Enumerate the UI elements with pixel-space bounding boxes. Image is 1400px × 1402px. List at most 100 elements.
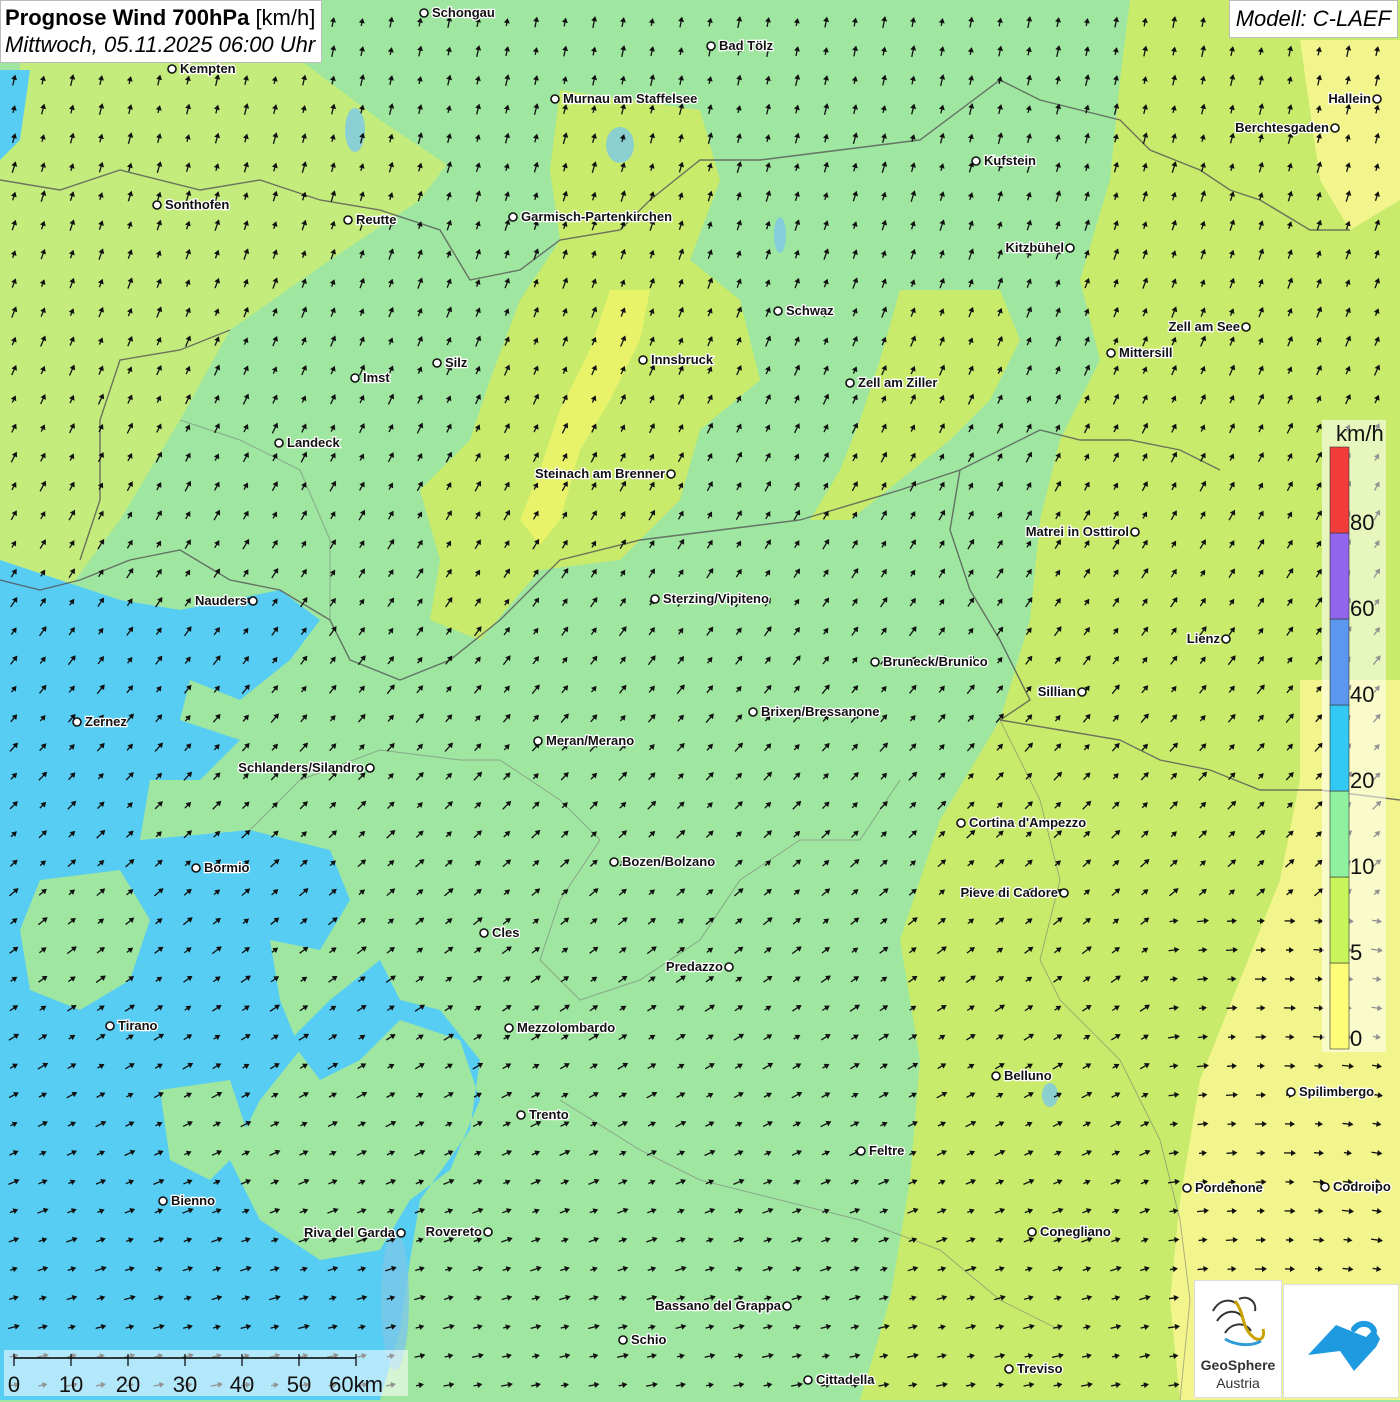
- city-label: Schlanders/Silandro: [238, 760, 364, 775]
- scale-label: 10: [59, 1372, 83, 1397]
- city-label: Lienz: [1187, 631, 1221, 646]
- city-label: Predazzo: [666, 959, 723, 974]
- city-label: Zell am Ziller: [858, 375, 937, 390]
- title-unit: [km/h]: [255, 5, 315, 30]
- city-label: Cles: [492, 925, 519, 940]
- title-box: Prognose Wind 700hPa [km/h] Mittwoch, 05…: [0, 0, 322, 63]
- forecast-datetime: Mittwoch, 05.11.2025 06:00 Uhr: [5, 31, 315, 58]
- city-label: Schio: [631, 1332, 666, 1347]
- city-cortina-d-ampezzo: Cortina d'Ampezzo: [957, 815, 1086, 830]
- city-label: Garmisch-Partenkirchen: [521, 209, 672, 224]
- city-steinach-am-brenner: Steinach am Brenner: [535, 466, 675, 481]
- city-label: Spilimbergo: [1299, 1084, 1374, 1099]
- city-label: Innsbruck: [651, 352, 714, 367]
- city-label: Kempten: [180, 61, 236, 76]
- city-label: Zernez: [85, 714, 127, 729]
- geosphere-logo-icon: [1195, 1281, 1281, 1361]
- geosphere-logo[interactable]: GeoSphere Austria: [1194, 1280, 1282, 1398]
- city-label: Riva del Garda: [304, 1225, 396, 1240]
- city-label: Pordenone: [1195, 1180, 1263, 1195]
- city-zell-am-see: Zell am See: [1168, 319, 1250, 334]
- legend-label-10: 10: [1350, 854, 1374, 879]
- city-label: Reutte: [356, 212, 396, 227]
- scale-label: 40: [230, 1372, 254, 1397]
- city-spilimbergo: Spilimbergo: [1287, 1084, 1374, 1099]
- city-label: Bienno: [171, 1193, 215, 1208]
- legend-band-10: [1330, 791, 1349, 877]
- city-label: Murnau am Staffelsee: [563, 91, 697, 106]
- city-label: Tirano: [118, 1018, 158, 1033]
- legend-band-0: [1330, 963, 1349, 1049]
- city-label: Cittadella: [816, 1372, 875, 1387]
- city-label: Hallein: [1328, 91, 1371, 106]
- app-logo[interactable]: [1283, 1284, 1399, 1398]
- scale-bar: 0102030405060km: [4, 1350, 408, 1397]
- city-riva-del-garda: Riva del Garda: [304, 1225, 405, 1240]
- city-sonthofen: Sonthofen: [153, 197, 229, 212]
- city-schlanders-silandro: Schlanders/Silandro: [238, 760, 374, 775]
- city-pordenone: Pordenone: [1183, 1180, 1263, 1195]
- city-label: Kitzbühel: [1006, 240, 1065, 255]
- city-predazzo: Predazzo: [666, 959, 733, 974]
- city-label: Bozen/Bolzano: [622, 854, 715, 869]
- city-label: Cortina d'Ampezzo: [969, 815, 1086, 830]
- city-label: Nauders: [195, 593, 247, 608]
- title-main: Prognose Wind 700hPa: [5, 5, 249, 30]
- city-label: Matrei in Osttirol: [1026, 524, 1129, 539]
- city-label: Belluno: [1004, 1068, 1052, 1083]
- scale-label: 20: [116, 1372, 140, 1397]
- geosphere-name: GeoSphere: [1195, 1357, 1281, 1374]
- legend-label-5: 5: [1350, 940, 1362, 965]
- city-label: Landeck: [287, 435, 341, 450]
- scale-label: 30: [173, 1372, 197, 1397]
- city-murnau-am-staffelsee: Murnau am Staffelsee: [551, 91, 697, 106]
- legend-band-60: [1330, 533, 1349, 619]
- legend-band-5: [1330, 877, 1349, 963]
- city-label: Sterzing/Vipiteno: [663, 591, 769, 606]
- city-label: Silz: [445, 355, 468, 370]
- city-mezzolombardo: Mezzolombardo: [505, 1020, 615, 1035]
- scale-label: 50: [287, 1372, 311, 1397]
- city-brixen-bressanone: Brixen/Bressanone: [749, 704, 880, 719]
- city-label: Bassano del Grappa: [655, 1298, 781, 1313]
- legend-band-80: [1330, 447, 1349, 533]
- city-meran-merano: Meran/Merano: [534, 733, 634, 748]
- city-garmisch-partenkirchen: Garmisch-Partenkirchen: [509, 209, 672, 224]
- legend-label-40: 40: [1350, 682, 1374, 707]
- city-bozen-bolzano: Bozen/Bolzano: [610, 854, 715, 869]
- legend: km/h 051020406080: [1322, 420, 1386, 1052]
- city-label: Imst: [363, 370, 390, 385]
- cloud-arrow-icon: [1284, 1285, 1398, 1397]
- city-label: Berchtesgaden: [1235, 120, 1329, 135]
- city-label: Mittersill: [1119, 345, 1172, 360]
- geosphere-country: Austria: [1195, 1375, 1281, 1392]
- city-matrei-in-osttirol: Matrei in Osttirol: [1026, 524, 1139, 539]
- legend-band-20: [1330, 705, 1349, 791]
- city-pieve-di-cadore: Pieve di Cadore: [960, 885, 1068, 900]
- city-berchtesgaden: Berchtesgaden: [1235, 120, 1339, 135]
- city-label: Sillian: [1038, 684, 1076, 699]
- legend-label-80: 80: [1350, 510, 1374, 535]
- city-schongau: Schongau: [420, 5, 495, 20]
- map-title: Prognose Wind 700hPa [km/h]: [5, 4, 315, 31]
- city-label: Bruneck/Brunico: [883, 654, 988, 669]
- city-sterzing-vipiteno: Sterzing/Vipiteno: [651, 591, 769, 606]
- city-label: Bad Tölz: [719, 38, 774, 53]
- city-bassano-del-grappa: Bassano del Grappa: [655, 1298, 791, 1313]
- model-label: Modell: C-LAEF: [1229, 0, 1398, 38]
- city-label: Brixen/Bressanone: [761, 704, 880, 719]
- legend-label-60: 60: [1350, 596, 1374, 621]
- legend-band-40: [1330, 619, 1349, 705]
- legend-color-bands: [1330, 447, 1349, 1049]
- city-label: Codroipo: [1333, 1179, 1391, 1194]
- city-label: Sonthofen: [165, 197, 229, 212]
- city-label: Conegliano: [1040, 1224, 1111, 1239]
- city-innsbruck: Innsbruck: [639, 352, 714, 367]
- legend-label-20: 20: [1350, 768, 1374, 793]
- scale-label: 60km: [329, 1372, 383, 1397]
- city-label: Bormio: [204, 860, 250, 875]
- city-label: Feltre: [869, 1143, 904, 1158]
- city-label: Schongau: [432, 5, 495, 20]
- city-label: Meran/Merano: [546, 733, 634, 748]
- city-kitzb-hel: Kitzbühel: [1006, 240, 1075, 255]
